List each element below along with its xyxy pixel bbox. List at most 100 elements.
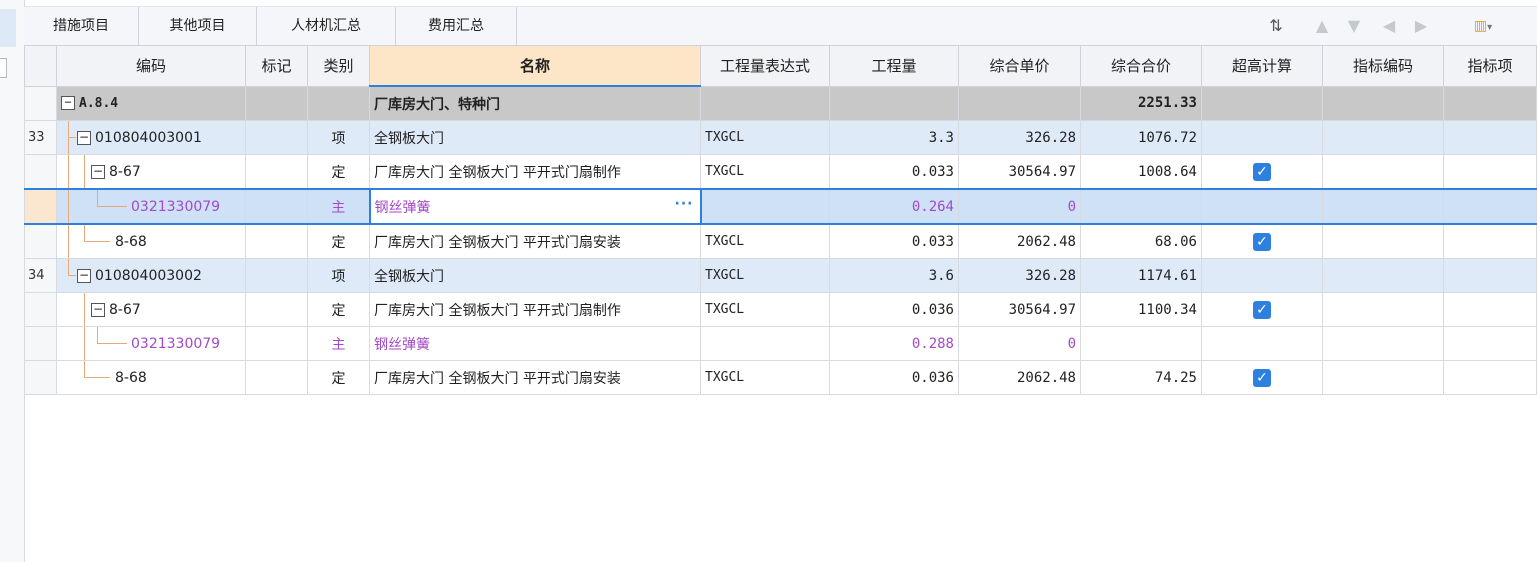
arrow-right-icon[interactable]: ▶ xyxy=(1410,15,1432,37)
table-row[interactable]: −8-67 定 厂库房大门 全钢板大门 平开式门扇制作 TXGCL 0.033 … xyxy=(24,154,1537,190)
table-row[interactable]: − A.8.4 厂库房大门、特种门 2251.33 xyxy=(24,85,1537,121)
code-cell[interactable]: −8-67 xyxy=(56,292,246,327)
index-code-cell[interactable] xyxy=(1322,85,1444,121)
total-cell[interactable] xyxy=(1080,326,1202,361)
index-code-cell[interactable] xyxy=(1322,258,1444,293)
chaogao-cell[interactable] xyxy=(1201,258,1323,293)
qty-cell[interactable]: 0.036 xyxy=(829,292,959,327)
total-cell[interactable] xyxy=(1080,188,1202,225)
unit-price-cell[interactable]: 326.28 xyxy=(958,120,1081,155)
unit-price-cell[interactable]: 2062.48 xyxy=(958,360,1081,395)
type-cell[interactable]: 定 xyxy=(307,154,370,190)
code-cell[interactable]: −010804003001 xyxy=(56,120,246,155)
index-item-cell[interactable] xyxy=(1443,120,1537,155)
header-chaogao[interactable]: 超高计算 xyxy=(1201,45,1323,87)
table-row[interactable]: 0321330079 主 钢丝弹簧 0.288 0 xyxy=(24,326,1537,361)
collapse-icon[interactable]: − xyxy=(77,268,91,283)
checkbox-checked-icon[interactable]: ✓ xyxy=(1253,300,1271,319)
table-row[interactable]: 33 −010804003001 项 全钢板大门 TXGCL 3.3 326.2… xyxy=(24,120,1537,155)
name-cell[interactable]: 全钢板大门 xyxy=(369,258,701,293)
index-item-cell[interactable] xyxy=(1443,360,1537,395)
qty-cell[interactable]: 0.036 xyxy=(829,360,959,395)
mark-cell[interactable] xyxy=(245,360,308,395)
arrow-down-icon[interactable]: ▼ xyxy=(1344,15,1364,37)
qty-cell[interactable]: 0.264 xyxy=(829,188,959,225)
table-row[interactable]: 34 −010804003002 项 全钢板大门 TXGCL 3.6 326.2… xyxy=(24,258,1537,293)
expr-cell[interactable] xyxy=(700,188,830,225)
qty-cell[interactable]: 0.033 xyxy=(829,223,959,259)
header-index-code[interactable]: 指标编码 xyxy=(1322,45,1444,87)
index-item-cell[interactable] xyxy=(1443,326,1537,361)
arrow-left-icon[interactable]: ◀ xyxy=(1378,15,1400,37)
expr-cell[interactable]: TXGCL xyxy=(700,223,830,259)
more-ellipsis-icon[interactable]: ··· xyxy=(675,196,694,212)
type-cell[interactable]: 项 xyxy=(307,258,370,293)
tab-labor-material-summary[interactable]: 人材机汇总 xyxy=(257,7,396,45)
unit-price-cell[interactable]: 30564.97 xyxy=(958,292,1081,327)
left-panel-collapse-handle[interactable] xyxy=(0,58,7,78)
index-item-cell[interactable] xyxy=(1443,85,1537,121)
name-cell[interactable]: 全钢板大门 xyxy=(369,120,701,155)
qty-cell[interactable]: 3.3 xyxy=(829,120,959,155)
mark-cell[interactable] xyxy=(245,292,308,327)
name-cell[interactable]: 厂库房大门 全钢板大门 平开式门扇制作 xyxy=(369,292,701,327)
name-cell[interactable]: 厂库房大门 全钢板大门 平开式门扇安装 xyxy=(369,223,701,259)
type-cell[interactable]: 定 xyxy=(307,360,370,395)
tab-cost-summary[interactable]: 费用汇总 xyxy=(396,7,517,45)
left-panel-selected-tab[interactable] xyxy=(0,9,16,47)
expr-cell[interactable]: TXGCL xyxy=(700,360,830,395)
unit-price-cell[interactable] xyxy=(958,85,1081,121)
qty-cell[interactable] xyxy=(829,85,959,121)
chaogao-cell[interactable]: ✓ xyxy=(1201,154,1323,190)
unit-price-cell[interactable]: 326.28 xyxy=(958,258,1081,293)
index-item-cell[interactable] xyxy=(1443,223,1537,259)
type-cell[interactable]: 主 xyxy=(307,326,370,361)
code-cell[interactable]: 0321330079 xyxy=(56,188,246,225)
total-cell[interactable]: 74.25 xyxy=(1080,360,1202,395)
name-cell[interactable]: 钢丝弹簧 xyxy=(369,326,701,361)
index-code-cell[interactable] xyxy=(1322,223,1444,259)
type-cell[interactable]: 项 xyxy=(307,120,370,155)
type-cell[interactable]: 定 xyxy=(307,292,370,327)
header-qty-expression[interactable]: 工程量表达式 xyxy=(700,45,830,87)
checkbox-checked-icon[interactable]: ✓ xyxy=(1253,162,1271,181)
index-code-cell[interactable] xyxy=(1322,188,1444,225)
checkbox-checked-icon[interactable]: ✓ xyxy=(1253,368,1271,387)
name-cell[interactable]: 厂库房大门 全钢板大门 平开式门扇制作 xyxy=(369,154,701,190)
collapse-icon[interactable]: − xyxy=(91,302,105,317)
table-row-selected[interactable]: 0321330079 主 钢丝弹簧 ··· 0.264 0 xyxy=(24,188,1537,225)
chaogao-cell[interactable]: ✓ xyxy=(1201,292,1323,327)
collapse-icon[interactable]: − xyxy=(61,96,75,111)
expr-cell[interactable]: TXGCL xyxy=(700,292,830,327)
table-row[interactable]: 8-68 定 厂库房大门 全钢板大门 平开式门扇安装 TXGCL 0.036 2… xyxy=(24,360,1537,395)
chaogao-cell[interactable]: ✓ xyxy=(1201,360,1323,395)
qty-cell[interactable]: 3.6 xyxy=(829,258,959,293)
header-type[interactable]: 类别 xyxy=(307,45,370,87)
expr-cell[interactable] xyxy=(700,85,830,121)
index-code-cell[interactable] xyxy=(1322,292,1444,327)
mark-cell[interactable] xyxy=(245,85,308,121)
collapse-icon[interactable]: − xyxy=(77,130,91,145)
qty-cell[interactable]: 0.033 xyxy=(829,154,959,190)
chaogao-cell[interactable]: ✓ xyxy=(1201,223,1323,259)
expr-cell[interactable]: TXGCL xyxy=(700,120,830,155)
index-code-cell[interactable] xyxy=(1322,326,1444,361)
code-cell[interactable]: − A.8.4 xyxy=(56,85,246,121)
unit-price-cell[interactable]: 30564.97 xyxy=(958,154,1081,190)
tab-measures[interactable]: 措施项目 xyxy=(24,7,139,45)
name-cell[interactable]: 厂库房大门 全钢板大门 平开式门扇安装 xyxy=(369,360,701,395)
mark-cell[interactable] xyxy=(245,326,308,361)
total-cell[interactable]: 1076.72 xyxy=(1080,120,1202,155)
mark-cell[interactable] xyxy=(245,258,308,293)
chaogao-cell[interactable] xyxy=(1201,188,1323,225)
index-code-cell[interactable] xyxy=(1322,360,1444,395)
arrow-up-icon[interactable]: ▲ xyxy=(1312,15,1332,37)
qty-cell[interactable]: 0.288 xyxy=(829,326,959,361)
index-item-cell[interactable] xyxy=(1443,188,1537,225)
table-row[interactable]: 8-68 定 厂库房大门 全钢板大门 平开式门扇安装 TXGCL 0.033 2… xyxy=(24,223,1537,259)
chaogao-cell[interactable] xyxy=(1201,120,1323,155)
type-cell[interactable] xyxy=(307,85,370,121)
header-name[interactable]: 名称 xyxy=(369,45,701,87)
tab-other-items[interactable]: 其他项目 xyxy=(139,7,257,45)
code-cell[interactable]: −8-67 xyxy=(56,154,246,190)
